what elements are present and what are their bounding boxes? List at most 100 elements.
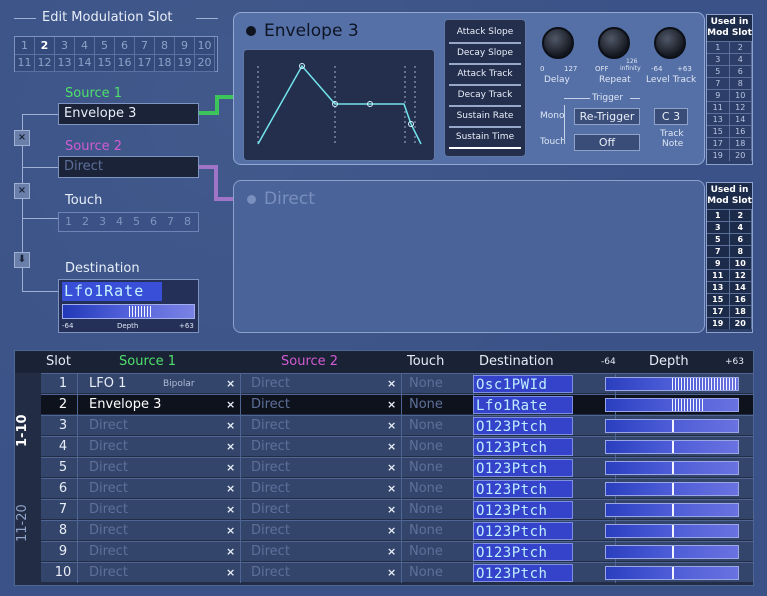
multiply-icon[interactable]: × — [14, 183, 30, 199]
envelope-option-button[interactable]: Sustain Rate — [449, 108, 521, 128]
envelope-graph[interactable] — [243, 49, 435, 161]
table-row[interactable]: 1 LFO 1 Bipolar × Direct × None Osc1PWId — [41, 373, 753, 394]
slot-button-9[interactable]: 9 — [175, 37, 195, 55]
touch-selector[interactable]: 12345678 — [58, 212, 199, 232]
level-track-knob[interactable] — [654, 27, 686, 59]
used-in-slot-8[interactable]: 8 — [729, 77, 752, 89]
depth-bar[interactable] — [605, 545, 739, 559]
used-in-slot-19[interactable]: 19 — [707, 317, 730, 329]
used-in-slot-7[interactable]: 7 — [707, 77, 730, 89]
used-in-slot-20[interactable]: 20 — [729, 317, 752, 329]
table-row[interactable]: 7 Direct × Direct × None O123Ptch — [41, 499, 753, 520]
table-row[interactable]: 6 Direct × Direct × None O123Ptch — [41, 478, 753, 499]
touch-option-2[interactable]: 2 — [82, 215, 89, 228]
used-in-slot-4[interactable]: 4 — [729, 53, 752, 65]
depth-bar[interactable] — [605, 419, 739, 433]
slot-button-5[interactable]: 5 — [95, 37, 115, 55]
used-in-slot-8[interactable]: 8 — [729, 245, 752, 257]
used-in-slot-7[interactable]: 7 — [707, 245, 730, 257]
destination-depth-bar[interactable] — [62, 304, 195, 319]
delay-knob[interactable] — [542, 27, 574, 59]
used-in-slot-3[interactable]: 3 — [707, 53, 730, 65]
slot-button-15[interactable]: 15 — [95, 54, 115, 72]
used-in-slot-16[interactable]: 16 — [729, 293, 752, 305]
slot-button-20[interactable]: 20 — [195, 54, 215, 72]
touch-option-1[interactable]: 1 — [65, 215, 72, 228]
table-row[interactable]: 2 Envelope 3 × Direct × None Lfo1Rate — [41, 394, 753, 415]
used-in-slot-14[interactable]: 14 — [729, 281, 752, 293]
used-in-slot-17[interactable]: 17 — [707, 305, 730, 317]
depth-bar[interactable] — [605, 398, 739, 412]
used-in-slot-9[interactable]: 9 — [707, 257, 730, 269]
table-row[interactable]: 4 Direct × Direct × None O123Ptch — [41, 436, 753, 457]
tab-slots-11-20[interactable]: 11-20 — [15, 479, 41, 567]
slot-button-16[interactable]: 16 — [115, 54, 135, 72]
slot-button-4[interactable]: 4 — [75, 37, 95, 55]
arrow-down-icon[interactable]: ⬇ — [14, 252, 30, 268]
used-in-slot-15[interactable]: 15 — [707, 125, 730, 137]
slot-button-3[interactable]: 3 — [55, 37, 75, 55]
table-row[interactable]: 8 Direct × Direct × None O123Ptch — [41, 520, 753, 541]
off-button[interactable]: Off — [574, 134, 640, 151]
used-in-slot-1[interactable]: 1 — [707, 41, 730, 53]
slot-button-14[interactable]: 14 — [75, 54, 95, 72]
source1-select[interactable]: Envelope 3 — [58, 103, 199, 125]
table-row[interactable]: 5 Direct × Direct × None O123Ptch — [41, 457, 753, 478]
used-in-slot-9[interactable]: 9 — [707, 89, 730, 101]
used-in-slot-12[interactable]: 12 — [729, 101, 752, 113]
used-in-slot-3[interactable]: 3 — [707, 221, 730, 233]
used-in-slot-4[interactable]: 4 — [729, 221, 752, 233]
table-row[interactable]: 10 Direct × Direct × None O123Ptch — [41, 562, 753, 583]
depth-bar[interactable] — [605, 440, 739, 454]
source2-select[interactable]: Direct — [58, 156, 199, 178]
slot-button-13[interactable]: 13 — [55, 54, 75, 72]
multiply-icon[interactable]: × — [14, 130, 30, 146]
envelope-option-button[interactable]: Attack Slope — [449, 24, 521, 44]
used-in-slot-17[interactable]: 17 — [707, 137, 730, 149]
touch-option-5[interactable]: 5 — [133, 215, 140, 228]
slot-button-7[interactable]: 7 — [135, 37, 155, 55]
slot-button-11[interactable]: 11 — [15, 54, 35, 72]
used-in-slot-20[interactable]: 20 — [729, 149, 752, 161]
used-in-slot-15[interactable]: 15 — [707, 293, 730, 305]
slot-button-18[interactable]: 18 — [155, 54, 175, 72]
used-in-slot-2[interactable]: 2 — [729, 209, 752, 221]
used-in-slot-6[interactable]: 6 — [729, 65, 752, 77]
used-in-slot-5[interactable]: 5 — [707, 233, 730, 245]
used-in-slot-19[interactable]: 19 — [707, 149, 730, 161]
envelope-option-button[interactable]: Decay Track — [449, 87, 521, 107]
used-in-slot-13[interactable]: 13 — [707, 281, 730, 293]
slot-button-6[interactable]: 6 — [115, 37, 135, 55]
slot-button-17[interactable]: 17 — [135, 54, 155, 72]
used-in-slot-12[interactable]: 12 — [729, 269, 752, 281]
depth-bar[interactable] — [605, 482, 739, 496]
used-in-slot-2[interactable]: 2 — [729, 41, 752, 53]
table-row[interactable]: 3 Direct × Direct × None O123Ptch — [41, 415, 753, 436]
used-in-slot-14[interactable]: 14 — [729, 113, 752, 125]
used-in-slot-18[interactable]: 18 — [729, 305, 752, 317]
touch-option-6[interactable]: 6 — [150, 215, 157, 228]
touch-option-7[interactable]: 7 — [167, 215, 174, 228]
used-in-slot-18[interactable]: 18 — [729, 137, 752, 149]
used-in-slot-10[interactable]: 10 — [729, 257, 752, 269]
depth-bar[interactable] — [605, 524, 739, 538]
used-in-slot-6[interactable]: 6 — [729, 233, 752, 245]
used-in-slot-11[interactable]: 11 — [707, 269, 730, 281]
depth-bar[interactable] — [605, 377, 739, 391]
envelope-option-button[interactable]: Decay Slope — [449, 45, 521, 65]
slot-button-10[interactable]: 10 — [195, 37, 215, 55]
used-in-slot-11[interactable]: 11 — [707, 101, 730, 113]
repeat-knob[interactable] — [598, 27, 630, 59]
slot-button-8[interactable]: 8 — [155, 37, 175, 55]
depth-bar[interactable] — [605, 566, 739, 580]
used-in-slot-5[interactable]: 5 — [707, 65, 730, 77]
depth-bar[interactable] — [605, 461, 739, 475]
retrigger-button[interactable]: Re-Trigger — [574, 108, 640, 125]
slot-button-2[interactable]: 2 — [35, 37, 55, 55]
used-in-slot-13[interactable]: 13 — [707, 113, 730, 125]
tab-slots-1-10[interactable]: 1-10 — [15, 387, 41, 475]
touch-option-4[interactable]: 4 — [116, 215, 123, 228]
track-note-value[interactable]: C 3 — [654, 108, 688, 125]
depth-bar[interactable] — [605, 503, 739, 517]
used-in-slot-1[interactable]: 1 — [707, 209, 730, 221]
